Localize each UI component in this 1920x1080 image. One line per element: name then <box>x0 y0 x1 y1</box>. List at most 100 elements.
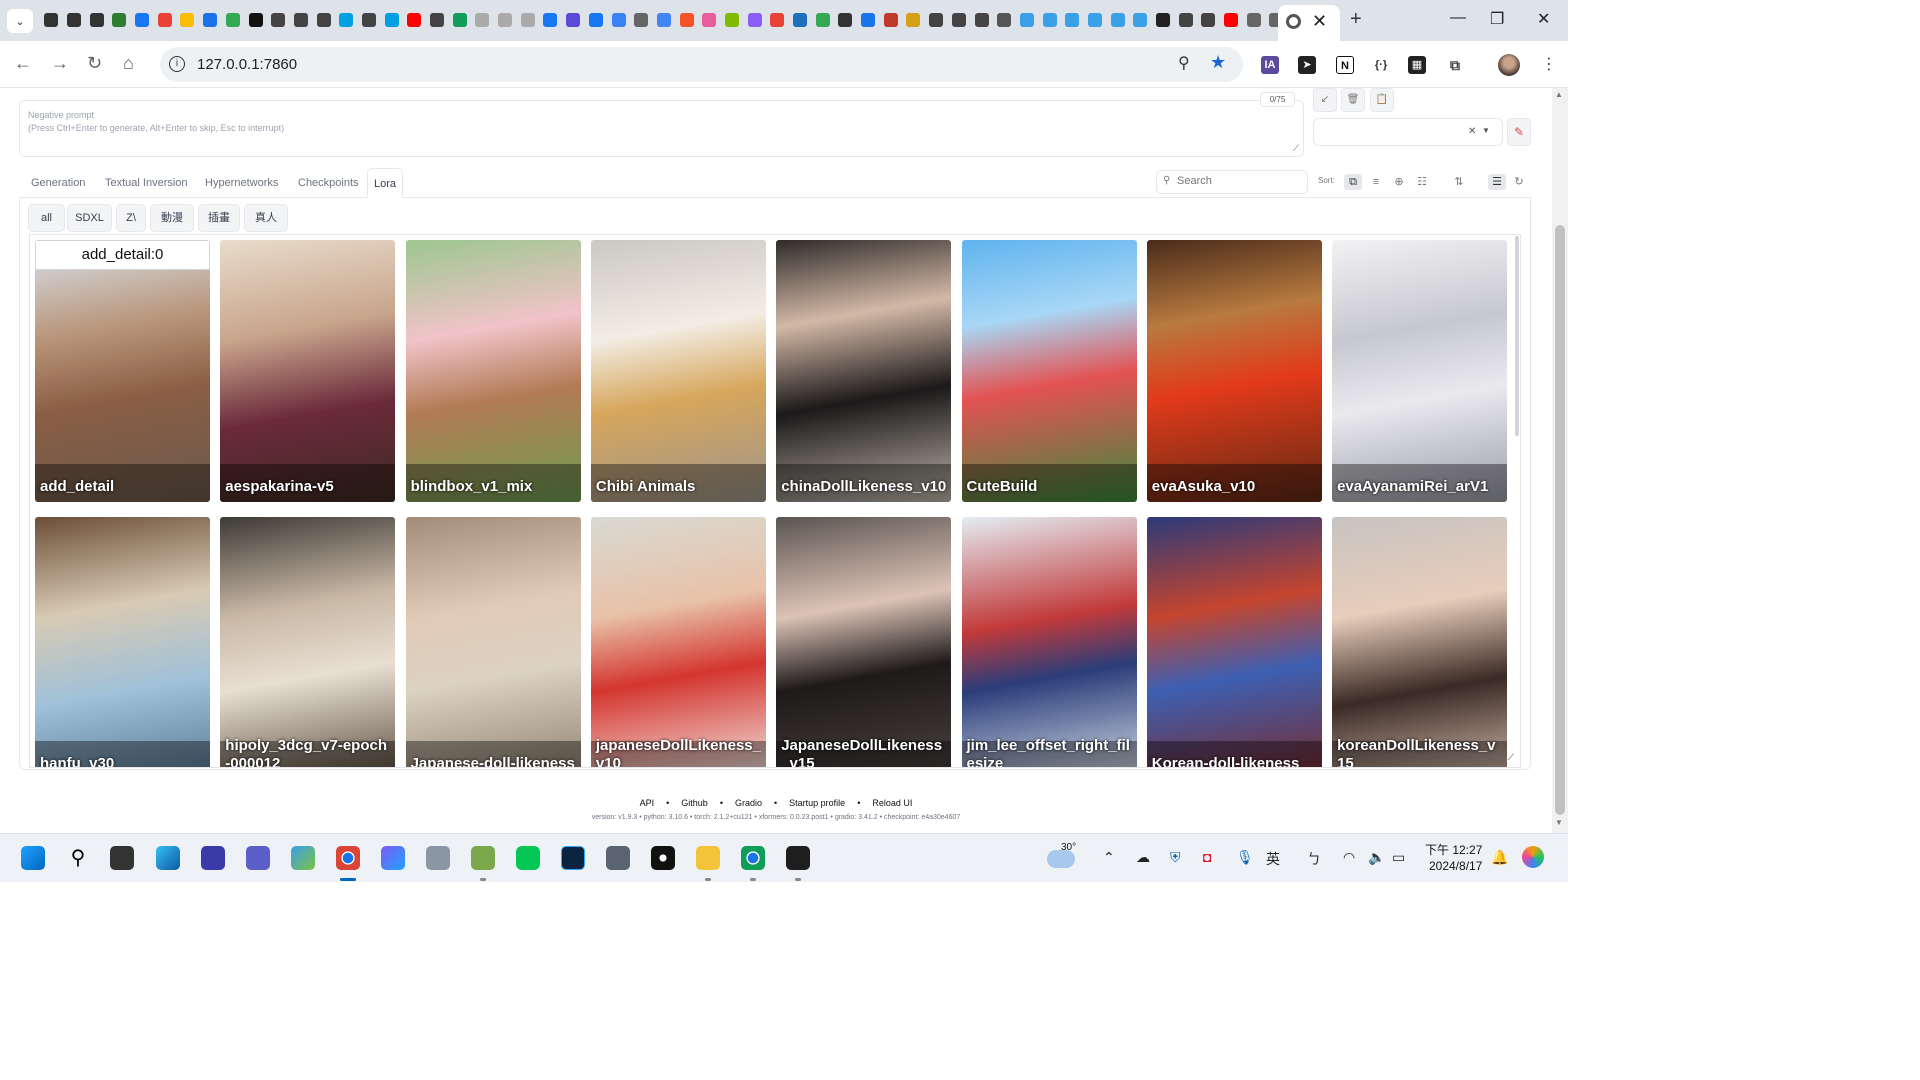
tab-hypernetworks[interactable]: Hypernetworks <box>199 168 284 198</box>
pinned-tab-favicon-icon[interactable] <box>63 11 86 29</box>
pinned-tab-favicon-icon[interactable] <box>539 11 562 29</box>
site-info-icon[interactable]: i <box>169 56 185 72</box>
edge-icon[interactable] <box>156 846 180 870</box>
pinned-tab-favicon-icon[interactable] <box>290 11 313 29</box>
filter-button[interactable]: SDXL <box>67 204 112 232</box>
pinned-tab-favicon-icon[interactable] <box>834 11 857 29</box>
lora-card[interactable]: CuteBuild <box>961 240 1137 502</box>
footer-link[interactable]: API <box>640 798 655 808</box>
tab-lora[interactable]: Lora <box>367 168 404 198</box>
pinned-tab-favicon-icon[interactable] <box>40 11 63 29</box>
resize-handle-icon[interactable]: ⟋ <box>1293 143 1299 154</box>
pinned-tab-favicon-icon[interactable] <box>789 11 812 29</box>
filter-button[interactable]: 動漫 <box>150 204 194 232</box>
tab-generation[interactable]: Generation <box>25 168 91 198</box>
pinned-tab-favicon-icon[interactable] <box>199 11 222 29</box>
tab-textual-inversion[interactable]: Textual Inversion <box>99 168 194 198</box>
pinned-tab-favicon-icon[interactable] <box>1016 11 1039 29</box>
page-scrollbar[interactable]: ▲ ▼ <box>1552 88 1568 833</box>
filter-button[interactable]: 插畫 <box>198 204 240 232</box>
settings-icon[interactable] <box>426 846 450 870</box>
menu-icon[interactable]: ⋮ <box>1541 54 1557 74</box>
arrow-button[interactable]: ↙ <box>1313 88 1337 112</box>
pinned-tab-favicon-icon[interactable] <box>380 11 403 29</box>
pinned-tab-favicon-icon[interactable] <box>925 11 948 29</box>
trash-button[interactable]: 🗑 <box>1341 88 1365 112</box>
pinned-tab-favicon-icon[interactable] <box>1242 11 1265 29</box>
pinned-tab-favicon-icon[interactable] <box>1220 11 1243 29</box>
lora-card[interactable]: Korean-doll-likeness <box>1146 517 1322 767</box>
pinned-tab-favicon-icon[interactable] <box>426 11 449 29</box>
tree-view-icon[interactable]: ☰ <box>1488 174 1506 190</box>
close-window-button[interactable]: ✕ <box>1537 9 1550 29</box>
pinned-tab-favicon-icon[interactable] <box>811 11 834 29</box>
pinned-tab-favicon-icon[interactable] <box>153 11 176 29</box>
pinned-tab-favicon-icon[interactable] <box>1106 11 1129 29</box>
calculator-icon[interactable] <box>606 846 630 870</box>
sort-name-icon[interactable]: ≡ <box>1367 174 1385 190</box>
line-icon[interactable] <box>516 846 540 870</box>
lora-card[interactable]: Japanese-doll-likeness <box>405 517 581 767</box>
minimize-button[interactable]: — <box>1450 9 1466 27</box>
notification-bell-icon[interactable]: 🔔 <box>1491 849 1508 866</box>
pinned-tab-favicon-icon[interactable] <box>743 11 766 29</box>
negative-prompt-textarea[interactable]: Negative prompt (Press Ctrl+Enter to gen… <box>19 100 1304 157</box>
pinned-tab-favicon-icon[interactable] <box>335 11 358 29</box>
back-icon[interactable]: ← <box>14 53 32 74</box>
pinned-tab-favicon-icon[interactable] <box>448 11 471 29</box>
wifi-icon[interactable]: ◠ <box>1343 849 1355 866</box>
task-view-icon[interactable] <box>110 846 134 870</box>
sort-order-icon[interactable]: ⇅ <box>1450 174 1468 190</box>
pinned-tab-favicon-icon[interactable] <box>358 11 381 29</box>
pinned-tab-favicon-icon[interactable] <box>902 11 925 29</box>
chrome-icon[interactable] <box>336 846 360 870</box>
lora-card[interactable]: hanfu_v30 <box>35 517 210 767</box>
pinned-tab-favicon-icon[interactable] <box>993 11 1016 29</box>
forward-icon[interactable]: → <box>51 53 69 74</box>
reload-icon[interactable]: ↻ <box>87 53 102 74</box>
lora-card[interactable]: jim_lee_offset_right_filesize <box>961 517 1137 767</box>
pinned-tab-favicon-icon[interactable] <box>222 11 245 29</box>
lora-card[interactable]: chinaDollLikeness_v10 <box>776 240 952 502</box>
lora-card[interactable]: evaAyanamiRei_arV1 <box>1332 240 1508 502</box>
photoshop-icon[interactable] <box>561 846 585 870</box>
footer-link[interactable]: Github <box>681 798 708 808</box>
lora-card[interactable]: blindbox_v1_mix <box>405 240 581 502</box>
pinned-tab-favicon-icon[interactable] <box>585 11 608 29</box>
file-explorer-icon[interactable] <box>696 846 720 870</box>
app-blue-icon[interactable] <box>201 846 225 870</box>
copilot-icon[interactable] <box>381 846 405 870</box>
restore-button[interactable]: ❐ <box>1490 9 1504 29</box>
scroll-up-icon[interactable]: ▲ <box>1555 90 1563 99</box>
pinned-tab-favicon-icon[interactable] <box>970 11 993 29</box>
resize-handle-icon[interactable]: ⟋ <box>1508 752 1514 763</box>
bookmark-star-icon[interactable]: ★ <box>1210 52 1226 73</box>
defender-icon[interactable]: ⛨ <box>1170 849 1181 866</box>
pinned-tab-favicon-icon[interactable] <box>1197 11 1220 29</box>
teams-icon[interactable] <box>246 846 270 870</box>
tab-search-icon[interactable]: ⌄ <box>7 9 33 33</box>
pinned-tab-favicon-icon[interactable] <box>1152 11 1175 29</box>
pinned-tab-favicon-icon[interactable] <box>108 11 131 29</box>
pinned-tab-favicon-icon[interactable] <box>244 11 267 29</box>
scroll-down-icon[interactable]: ▼ <box>1555 818 1563 827</box>
pinned-tab-favicon-icon[interactable] <box>857 11 880 29</box>
search-icon[interactable]: ⚲ <box>66 846 90 870</box>
cards-scrollbar[interactable] <box>1515 236 1519 436</box>
pinned-tab-favicon-icon[interactable] <box>721 11 744 29</box>
onedrive-icon[interactable]: ☁ <box>1136 849 1150 866</box>
microphone-icon[interactable]: 🎙 <box>1236 849 1254 866</box>
pinned-tab-favicon-icon[interactable] <box>471 11 494 29</box>
styles-dropdown[interactable]: ✕ ▼ <box>1313 118 1503 146</box>
pinned-tab-favicon-icon[interactable] <box>766 11 789 29</box>
pinned-tab-favicon-icon[interactable] <box>85 11 108 29</box>
pinned-tab-favicon-icon[interactable] <box>948 11 971 29</box>
volume-icon[interactable]: 🔈 <box>1368 849 1385 866</box>
sort-date-modified-icon[interactable]: ☷ <box>1413 174 1431 190</box>
ime-mode-icon[interactable]: ㄅ <box>1307 849 1321 869</box>
notion-extension-icon[interactable]: N <box>1336 56 1354 74</box>
pinned-tab-favicon-icon[interactable] <box>516 11 539 29</box>
sort-path-icon[interactable]: ⧉ <box>1344 174 1362 190</box>
footer-link[interactable]: Reload UI <box>872 798 912 808</box>
search-input[interactable]: ⚲ <box>1156 170 1308 194</box>
